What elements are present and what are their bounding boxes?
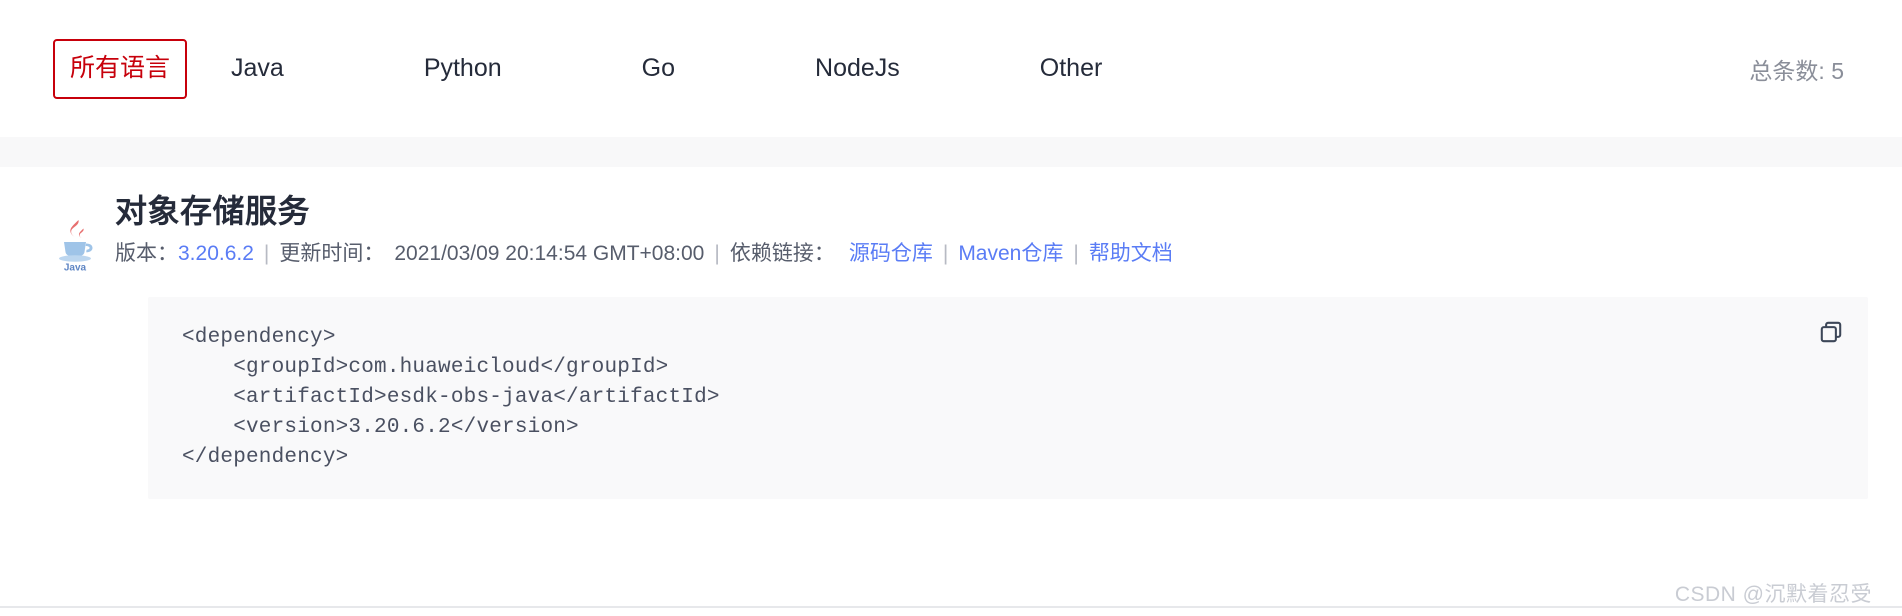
dependency-links-label: 依赖链接：: [729, 242, 835, 265]
sdk-meta-line: 版本： 3.20.6.2 | 更新时间： 2021/03/09 20:14:54…: [115, 237, 1902, 271]
meta-separator: |: [942, 242, 949, 265]
language-tab-list: 所有语言 Java Python Go NodeJs Other: [53, 0, 1102, 137]
copy-icon[interactable]: [1814, 315, 1848, 349]
section-separator-band: [0, 137, 1902, 167]
dependency-links-group: 源码仓库 | Maven仓库 | 帮助文档: [849, 237, 1173, 271]
tab-all-languages-label: 所有语言: [69, 54, 170, 82]
link-help-document[interactable]: 帮助文档: [1089, 237, 1173, 271]
tab-all-languages[interactable]: 所有语言: [53, 38, 187, 99]
meta-separator: |: [714, 242, 720, 265]
tab-python[interactable]: Python: [424, 0, 502, 137]
sdk-result-text-block: 对象存储服务 版本： 3.20.6.2 | 更新时间： 2021/03/09 2…: [115, 191, 1902, 271]
svg-text:Java: Java: [64, 263, 87, 274]
link-source-repository[interactable]: 源码仓库: [849, 237, 933, 271]
update-time-label: 更新时间：: [279, 242, 385, 265]
link-maven-repository[interactable]: Maven仓库: [958, 237, 1063, 271]
sdk-result-header: Java 对象存储服务 版本： 3.20.6.2 | 更新时间： 2021/03…: [0, 191, 1902, 274]
tab-nodejs[interactable]: NodeJs: [815, 0, 900, 137]
language-filter-bar: 所有语言 Java Python Go NodeJs Other 总条数: 5: [0, 0, 1902, 137]
java-logo-icon: Java: [53, 217, 97, 274]
version-value-link[interactable]: 3.20.6.2: [178, 237, 254, 271]
total-count-label: 总条数: 5: [1749, 57, 1844, 84]
tab-go[interactable]: Go: [642, 0, 675, 137]
update-time-value: 2021/03/09 20:14:54 GMT+08:00: [394, 242, 705, 265]
dependency-code-text: <dependency> <groupId>com.huaweicloud</g…: [182, 326, 720, 470]
tab-other[interactable]: Other: [1040, 0, 1103, 137]
sdk-title: 对象存储服务: [115, 193, 311, 229]
csdn-watermark: CSDN @沉默着忍受: [1674, 583, 1872, 606]
dependency-code-block: <dependency> <groupId>com.huaweicloud</g…: [148, 297, 1868, 500]
meta-separator: |: [263, 242, 270, 265]
sdk-result-item: Java 对象存储服务 版本： 3.20.6.2 | 更新时间： 2021/03…: [0, 167, 1902, 500]
tab-java[interactable]: Java: [231, 0, 284, 137]
version-label: 版本：: [115, 242, 178, 265]
bottom-divider: [0, 606, 1902, 608]
meta-separator: |: [1073, 242, 1079, 265]
